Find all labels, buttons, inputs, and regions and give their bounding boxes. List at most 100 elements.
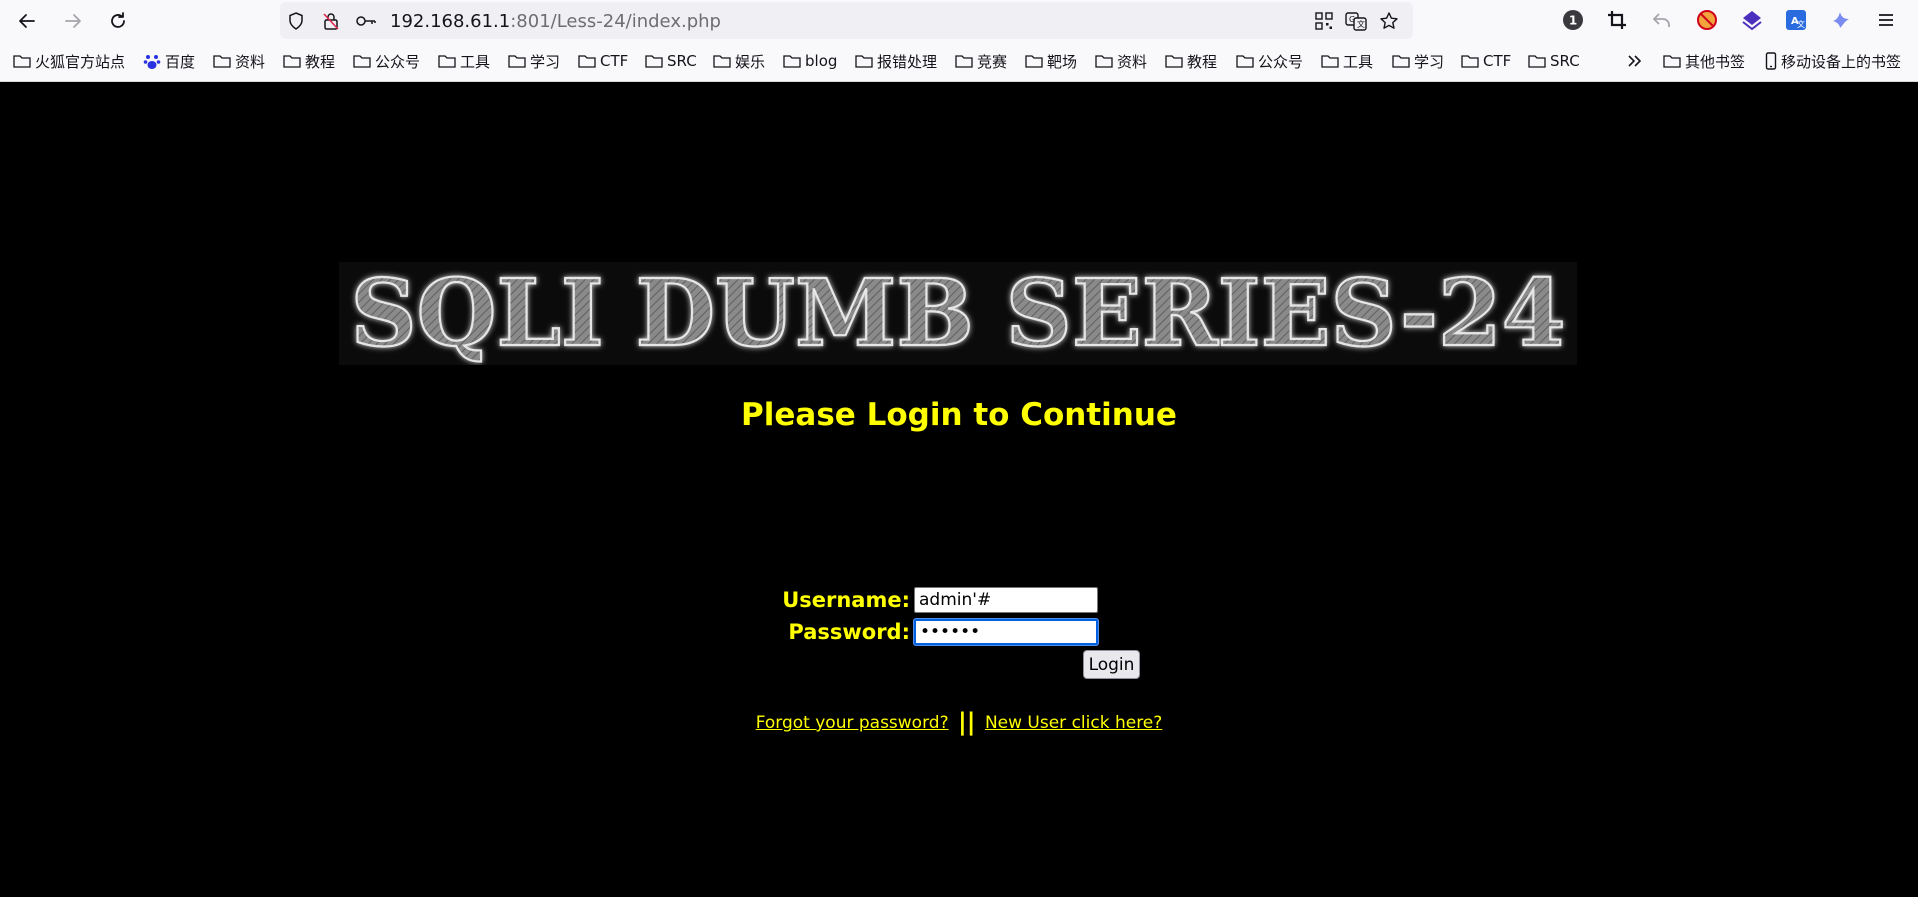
address-bar[interactable]: 192.168.61.1:801/Less-24/index.php G文 [280,2,1413,39]
svg-text:文: 文 [1797,19,1805,29]
crop-icon[interactable] [1605,8,1629,32]
bookmark-label: 靶场 [1047,52,1078,71]
folder-icon [1321,55,1339,68]
folder-icon [1025,55,1043,68]
folder-icon [1663,55,1681,68]
bookmark-label: 教程 [305,52,336,71]
url-host: 192.168.61.1 [390,11,511,32]
browser-toolbar: 192.168.61.1:801/Less-24/index.php G文 1 … [0,0,1918,41]
qr-code-icon[interactable] [1313,10,1335,32]
bookmark-folder[interactable]: 公众号 [1236,50,1303,72]
reload-button[interactable] [103,6,133,36]
username-label: Username: [782,588,910,612]
folder-icon [1461,55,1479,68]
bookmark-label: CTF [1483,52,1512,70]
password-input[interactable] [914,619,1098,645]
bookmark-folder[interactable]: 资料 [1095,50,1147,72]
bookmark-label: 工具 [1343,52,1374,71]
bookmark-folder[interactable]: SRC [1528,50,1580,72]
folder-icon [508,55,526,68]
bookmark-folder[interactable]: 学习 [508,50,560,72]
bookmark-folder[interactable]: SRC [645,50,697,72]
insecure-lock-icon[interactable] [320,10,342,32]
translate-icon[interactable]: G文 [1345,10,1367,32]
bookmark-folder[interactable]: 娱乐 [713,50,765,72]
bookmark-folder[interactable]: CTF [1461,50,1511,72]
bookmark-label: 教程 [1187,52,1218,71]
folder-icon [1392,55,1410,68]
folder-icon [645,55,663,68]
bookmark-folder[interactable]: 工具 [438,50,490,72]
bookmark-folder[interactable]: 竞赛 [955,50,1007,72]
bookmark-label: 竞赛 [977,52,1008,71]
bookmark-label: 资料 [235,52,266,71]
back-arrow-icon [19,14,35,28]
shield-icon[interactable] [285,10,307,32]
banner-text: SQLI DUMB SERIES-24 [351,262,1566,365]
folder-icon [353,55,371,68]
bookmark-folder[interactable]: 工具 [1321,50,1373,72]
extension-badge-icon[interactable]: 1 [1561,8,1585,32]
bookmark-folder[interactable]: 靶场 [1025,50,1077,72]
bookmark-folder[interactable]: blog [783,50,837,72]
blocker-extension-icon[interactable] [1695,8,1719,32]
url-path: :801/Less-24/index.php [510,11,721,32]
bookmark-label: SRC [1550,52,1580,70]
login-button[interactable]: Login [1083,650,1140,679]
bird-extension-icon[interactable] [1829,8,1853,32]
double-chevron-icon [1628,55,1642,67]
mobile-bookmarks[interactable]: 移动设备上的书签 [1765,50,1901,72]
bookmark-label: 移动设备上的书签 [1781,52,1902,71]
page-content [0,82,1918,897]
account-links: Forgot your password? || New User click … [0,706,1918,736]
bookmark-folder[interactable]: 报错处理 [855,50,937,72]
bookmark-label: 百度 [165,52,196,71]
bookmark-label: 资料 [1117,52,1148,71]
forward-arrow-icon [65,14,81,28]
url-text[interactable]: 192.168.61.1:801/Less-24/index.php [390,11,721,32]
bookmark-label: 其他书签 [1685,52,1746,71]
bookmark-label: 娱乐 [735,52,766,71]
menu-icon[interactable] [1874,8,1898,32]
page-title: Please Login to Continue [741,397,1177,433]
svg-text:G: G [1349,15,1355,24]
reload-icon [111,12,125,28]
bookmark-label: 学习 [530,52,561,71]
star-bookmark-icon[interactable] [1378,10,1400,32]
bookmark-folder[interactable]: 资料 [213,50,265,72]
forward-button[interactable] [58,6,88,36]
bookmarks-bar: 火狐官方站点 百度 资料 教程 公众号 工具 学习 CTF SRC 娱乐 blo… [0,41,1918,82]
bookmark-label: 公众号 [1258,52,1304,71]
bookmark-folder[interactable]: 教程 [283,50,335,72]
folder-icon [283,55,301,68]
back-button[interactable] [12,6,42,36]
folder-icon [578,55,596,68]
key-icon[interactable] [355,10,377,32]
bookmark-folder[interactable]: 教程 [1165,50,1217,72]
translate-extension-icon[interactable]: A文 [1784,8,1808,32]
bookmark-label: 公众号 [375,52,421,71]
folder-icon [783,55,801,68]
extension-badge-count: 1 [1569,14,1577,28]
password-label: Password: [788,620,910,644]
new-user-link[interactable]: New User click here? [985,713,1162,733]
bookmark-firefox-site[interactable]: 火狐官方站点 [13,50,125,72]
folder-icon [1165,55,1183,68]
layers-extension-icon[interactable] [1740,8,1764,32]
folder-icon [13,55,31,68]
other-bookmarks[interactable]: 其他书签 [1663,50,1745,72]
bookmark-folder[interactable]: 学习 [1392,50,1444,72]
undo-icon[interactable] [1650,8,1674,32]
bookmark-folder[interactable]: CTF [578,50,628,72]
folder-icon [438,55,456,68]
folder-icon [713,55,731,68]
folder-icon [213,55,231,68]
sqli-banner-image: SQLI DUMB SERIES-24 [339,262,1577,365]
forgot-password-link[interactable]: Forgot your password? [756,713,949,733]
bookmark-label: 报错处理 [877,52,938,71]
folder-icon [955,55,973,68]
bookmarks-overflow-button[interactable] [1626,50,1648,72]
bookmark-folder[interactable]: 公众号 [353,50,420,72]
bookmark-baidu[interactable]: 百度 [143,50,195,72]
username-input[interactable] [914,587,1098,613]
